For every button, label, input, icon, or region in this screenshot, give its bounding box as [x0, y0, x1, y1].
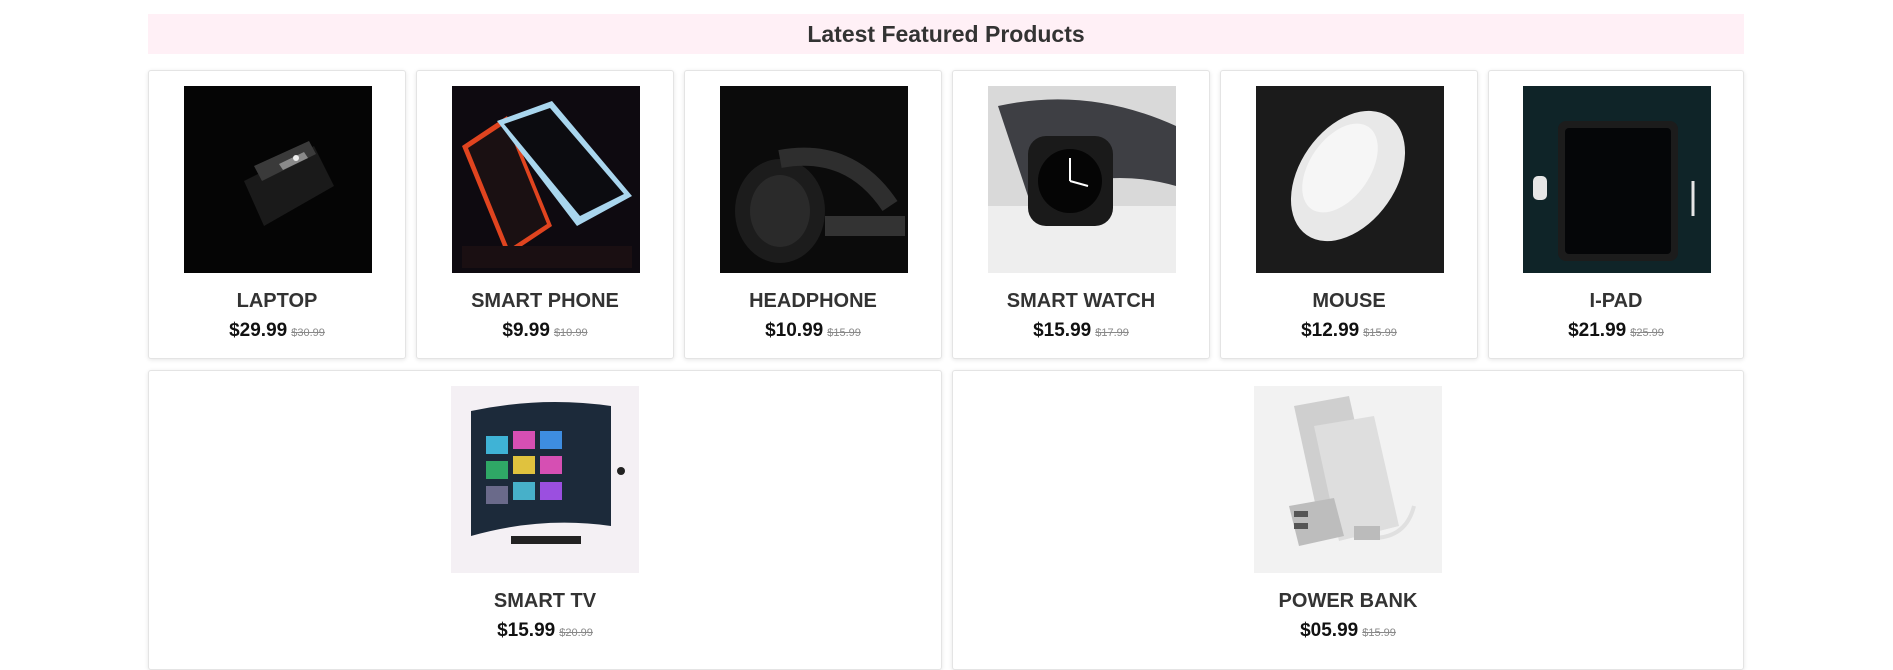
old-price: $10.99: [553, 327, 588, 339]
product-card-headphone[interactable]: HEADPHONE $10.99 $15.99: [684, 70, 942, 359]
product-price: $10.99 $15.99: [685, 320, 941, 342]
product-name[interactable]: I-PAD: [1489, 290, 1743, 313]
headphone-image[interactable]: [720, 86, 908, 273]
product-price: $12.99 $15.99: [1221, 320, 1477, 342]
i-pad-image[interactable]: [1523, 86, 1711, 273]
product-card-mouse[interactable]: MOUSE $12.99 $15.99: [1220, 70, 1478, 359]
featured-products-section: Latest Featured Products: [148, 14, 1744, 54]
product-name[interactable]: POWER BANK: [953, 590, 1743, 613]
mouse-image[interactable]: [1256, 86, 1444, 273]
current-price: $9.99: [502, 320, 550, 341]
old-price: $17.99: [1095, 327, 1129, 339]
product-name[interactable]: MOUSE: [1221, 290, 1477, 313]
old-price: $30.99: [291, 327, 325, 339]
section-title: Latest Featured Products: [807, 20, 1085, 47]
section-header: Latest Featured Products: [148, 14, 1744, 54]
product-name[interactable]: SMART TV: [149, 590, 941, 613]
product-name[interactable]: HEADPHONE: [685, 290, 941, 313]
product-price: $9.99 $10.99: [417, 320, 673, 342]
product-price: $15.99 $20.99: [149, 620, 941, 642]
product-card-smart-tv[interactable]: SMART TV $15.99 $20.99: [148, 370, 942, 670]
current-price: $15.99: [497, 620, 556, 641]
product-card-smart-watch[interactable]: SMART WATCH $15.99 $17.99: [952, 70, 1210, 359]
old-price: $25.99: [1630, 327, 1664, 339]
old-price: $20.99: [559, 627, 593, 639]
smart-watch-image[interactable]: [988, 86, 1176, 273]
old-price: $15.99: [1363, 327, 1397, 339]
product-card-laptop[interactable]: LAPTOP $29.99 $30.99: [148, 70, 406, 359]
current-price: $29.99: [229, 320, 288, 341]
smart-phone-image[interactable]: [452, 86, 640, 273]
old-price: $15.99: [1362, 627, 1396, 639]
product-price: $29.99 $30.99: [149, 320, 405, 342]
product-name[interactable]: SMART WATCH: [953, 290, 1209, 313]
product-card-power-bank[interactable]: POWER BANK $05.99 $15.99: [952, 370, 1744, 670]
power-bank-image[interactable]: [1254, 386, 1442, 573]
product-price: $21.99 $25.99: [1489, 320, 1743, 342]
product-card-smart-phone[interactable]: SMART PHONE $9.99 $10.99: [416, 70, 674, 359]
laptop-image[interactable]: [184, 86, 372, 273]
current-price: $12.99: [1301, 320, 1360, 341]
current-price: $21.99: [1568, 320, 1627, 341]
current-price: $10.99: [765, 320, 824, 341]
current-price: $15.99: [1033, 320, 1092, 341]
smart-tv-image[interactable]: [451, 386, 639, 573]
product-price: $15.99 $17.99: [953, 320, 1209, 342]
product-card-i-pad[interactable]: I-PAD $21.99 $25.99: [1488, 70, 1744, 359]
old-price: $15.99: [827, 327, 861, 339]
product-name[interactable]: LAPTOP: [149, 290, 405, 313]
product-name[interactable]: SMART PHONE: [417, 290, 673, 313]
current-price: $05.99: [1300, 620, 1359, 641]
product-price: $05.99 $15.99: [953, 620, 1743, 642]
